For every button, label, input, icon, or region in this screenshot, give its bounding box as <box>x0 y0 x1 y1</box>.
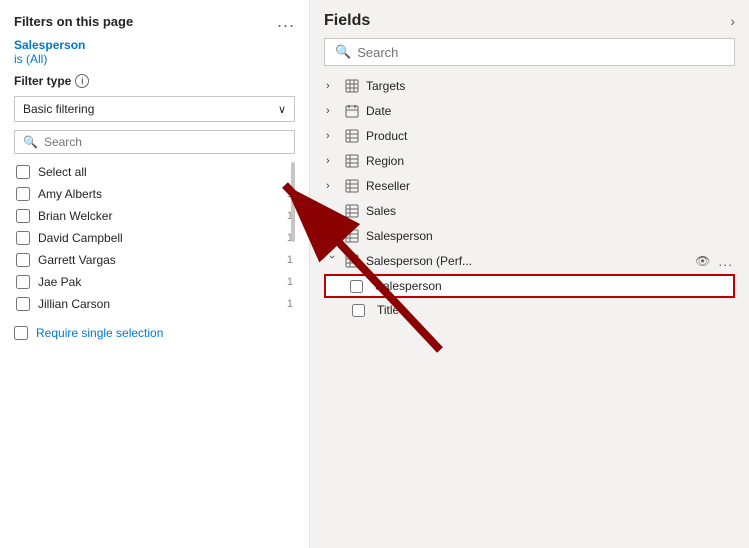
field-item-salesperson-perf[interactable]: › Salesperson (Perf... 👁 ... <box>324 249 735 273</box>
checkbox-count-garrett: 1 <box>287 254 293 266</box>
require-single-label[interactable]: Require single selection <box>36 326 163 340</box>
checkbox-amy[interactable] <box>16 187 30 201</box>
field-item-sales[interactable]: › Sales <box>324 199 735 223</box>
table-icon <box>344 78 360 94</box>
sub-checkbox-title[interactable] <box>352 304 365 317</box>
field-label-targets: Targets <box>366 79 733 93</box>
require-single-checkbox[interactable] <box>14 326 28 340</box>
fields-search-box[interactable]: 🔍 <box>324 38 735 66</box>
field-tree: › Targets › <box>324 74 735 321</box>
search-box[interactable]: 🔍 <box>14 130 295 154</box>
field-label-reseller: Reseller <box>366 179 733 193</box>
checkbox-label-jillian: Jillian Carson <box>38 297 279 311</box>
sub-field-label-title: Title <box>377 303 733 317</box>
field-label-region: Region <box>366 154 733 168</box>
require-single-container: Require single selection <box>14 326 295 340</box>
chevron-icon: › <box>326 80 338 92</box>
field-item-date[interactable]: › Date <box>324 99 735 123</box>
checkbox-brian[interactable] <box>16 209 30 223</box>
checkbox-item-jae: Jae Pak 1 <box>14 272 295 292</box>
table-icon <box>344 228 360 244</box>
chevron-down-icon: › <box>326 255 338 267</box>
field-item-salesperson[interactable]: › Salesperson <box>324 224 735 248</box>
field-item-product[interactable]: › Product <box>324 124 735 148</box>
filter-type-label: Filter type i <box>14 74 295 88</box>
filter-type-dropdown[interactable]: Basic filtering ∨ <box>14 96 295 122</box>
fields-search-input[interactable] <box>357 45 724 60</box>
checkbox-item-amy: Amy Alberts 1 <box>14 184 295 204</box>
fields-title: Fields <box>324 12 370 30</box>
checkbox-item-brian: Brian Welcker 1 <box>14 206 295 226</box>
checkbox-item-select-all: Select all <box>14 162 295 182</box>
chevron-icon: › <box>326 155 338 167</box>
checkbox-garrett[interactable] <box>16 253 30 267</box>
checkbox-label-amy: Amy Alberts <box>38 187 279 201</box>
more-button[interactable]: ... <box>277 12 295 30</box>
field-item-region[interactable]: › Region <box>324 149 735 173</box>
filter-field-info: Salesperson is (All) <box>14 38 295 66</box>
checkbox-label-garrett: Garrett Vargas <box>38 253 279 267</box>
field-label-salesperson: Salesperson <box>366 229 733 243</box>
eye-icon[interactable]: 👁 <box>695 254 710 268</box>
field-label-sales: Sales <box>366 204 733 218</box>
checkbox-item-jillian: Jillian Carson 1 <box>14 294 295 314</box>
filter-type-value: Basic filtering <box>23 102 94 116</box>
sub-field-label-salesperson: Salesperson <box>375 279 727 293</box>
info-icon[interactable]: i <box>75 74 89 88</box>
fields-header: Fields › <box>324 12 735 30</box>
search-input[interactable] <box>44 135 286 149</box>
checkbox-count-jillian: 1 <box>287 298 293 310</box>
checkbox-count-jae: 1 <box>287 276 293 288</box>
search-icon: 🔍 <box>23 135 38 149</box>
chevron-icon: › <box>326 205 338 217</box>
field-label-product: Product <box>366 129 733 143</box>
fields-panel: Fields › 🔍 › Targets <box>310 0 749 548</box>
checkbox-label-brian: Brian Welcker <box>38 209 279 223</box>
fields-search-icon: 🔍 <box>335 44 351 60</box>
checkbox-label-jae: Jae Pak <box>38 275 279 289</box>
panel-header: Filters on this page ... <box>14 12 295 30</box>
chevron-icon: › <box>326 105 338 117</box>
checkbox-jae[interactable] <box>16 275 30 289</box>
more-action-icon[interactable]: ... <box>718 253 733 269</box>
chevron-icon: › <box>326 230 338 242</box>
checkbox-item-garrett: Garrett Vargas 1 <box>14 250 295 270</box>
checkbox-label-david: David Campbell <box>38 231 279 245</box>
sub-field-title: Title <box>324 299 735 321</box>
checkbox-label: Select all <box>38 165 293 179</box>
checkbox-list: Select all Amy Alberts 1 Brian Welcker 1… <box>14 162 295 314</box>
field-label-salesperson-perf: Salesperson (Perf... <box>366 254 685 268</box>
field-item-reseller[interactable]: › Reseller <box>324 174 735 198</box>
sub-checkbox-salesperson[interactable] <box>350 280 363 293</box>
sub-field-salesperson: Salesperson <box>324 274 735 298</box>
filter-field-name: Salesperson <box>14 38 295 52</box>
filters-panel: Filters on this page ... Salesperson is … <box>0 0 310 548</box>
checkbox-select-all[interactable] <box>16 165 30 179</box>
table-icon <box>344 203 360 219</box>
dropdown-chevron-icon: ∨ <box>278 103 286 116</box>
table-icon <box>344 128 360 144</box>
checkbox-item-david: David Campbell 1 <box>14 228 295 248</box>
field-item-targets[interactable]: › Targets <box>324 74 735 98</box>
filter-field-value: is (All) <box>14 52 295 66</box>
fields-expand-icon[interactable]: › <box>730 13 735 29</box>
table-icon <box>344 178 360 194</box>
chevron-icon: › <box>326 130 338 142</box>
chevron-icon: › <box>326 180 338 192</box>
field-label-date: Date <box>366 104 733 118</box>
table-icon <box>344 253 360 269</box>
checkbox-david[interactable] <box>16 231 30 245</box>
date-icon <box>344 103 360 119</box>
table-icon <box>344 153 360 169</box>
scrollbar[interactable] <box>291 162 295 242</box>
panel-title: Filters on this page <box>14 14 133 29</box>
checkbox-jillian[interactable] <box>16 297 30 311</box>
